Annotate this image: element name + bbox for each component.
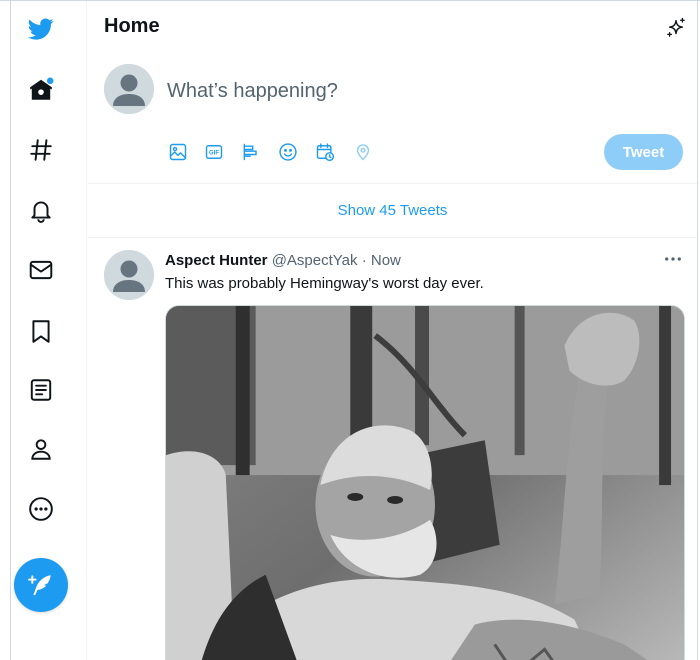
tweet[interactable]: Aspect Hunter @AspectYak · Now This was … bbox=[88, 238, 697, 660]
twitter-logo-icon[interactable] bbox=[27, 15, 55, 43]
sidebar bbox=[11, 1, 87, 660]
tweet-composer: GIF bbox=[88, 54, 697, 184]
more-horizontal-icon[interactable] bbox=[663, 250, 683, 268]
compose-tweet-button[interactable] bbox=[14, 558, 68, 612]
explore-hashtag-icon[interactable] bbox=[27, 136, 55, 164]
tweet-author-avatar[interactable] bbox=[104, 250, 154, 300]
show-new-tweets-button[interactable]: Show 45 Tweets bbox=[88, 184, 697, 238]
default-avatar-icon bbox=[104, 64, 154, 114]
avatar[interactable] bbox=[104, 64, 154, 114]
main-timeline: Home What’s happening? GIF Tweet Show 45… bbox=[88, 1, 697, 660]
poll-icon[interactable] bbox=[240, 141, 262, 163]
tweet-separator: · bbox=[361, 252, 367, 269]
default-avatar-icon bbox=[104, 250, 154, 300]
notification-dot bbox=[46, 77, 54, 85]
top-tweets-sparkle-icon[interactable] bbox=[665, 17, 687, 39]
page-title: Home bbox=[104, 15, 160, 37]
gif-label: GIF bbox=[209, 151, 219, 157]
bookmarks-icon[interactable] bbox=[27, 317, 55, 345]
tweet-header: Aspect Hunter @AspectYak · Now bbox=[165, 252, 401, 269]
lists-icon[interactable] bbox=[27, 376, 55, 404]
emoji-icon[interactable] bbox=[277, 141, 299, 163]
gif-icon[interactable]: GIF bbox=[203, 141, 225, 163]
notifications-bell-icon[interactable] bbox=[27, 196, 55, 224]
tweet-author-name[interactable]: Aspect Hunter bbox=[165, 252, 268, 269]
more-ellipsis-icon[interactable] bbox=[27, 495, 55, 523]
home-icon[interactable] bbox=[27, 76, 55, 104]
photo-image bbox=[166, 306, 684, 660]
tweet-text: This was probably Hemingway's worst day … bbox=[165, 275, 484, 292]
tweet-author-handle[interactable]: @AspectYak bbox=[272, 252, 358, 269]
app-window: Home What’s happening? GIF Tweet Show 45… bbox=[0, 0, 700, 660]
media-image-icon[interactable] bbox=[167, 141, 189, 163]
compose-text-input[interactable] bbox=[167, 80, 587, 103]
tweet-timestamp[interactable]: Now bbox=[371, 252, 401, 269]
tweet-photo[interactable] bbox=[165, 305, 685, 660]
timeline-header: Home bbox=[88, 1, 697, 54]
messages-envelope-icon[interactable] bbox=[27, 256, 55, 284]
profile-icon[interactable] bbox=[27, 435, 55, 463]
tweet-button[interactable]: Tweet bbox=[604, 134, 683, 170]
location-icon[interactable] bbox=[352, 141, 374, 163]
window-right-border bbox=[697, 1, 698, 660]
schedule-icon[interactable] bbox=[314, 141, 336, 163]
compose-tweet-feather-icon bbox=[28, 575, 51, 596]
